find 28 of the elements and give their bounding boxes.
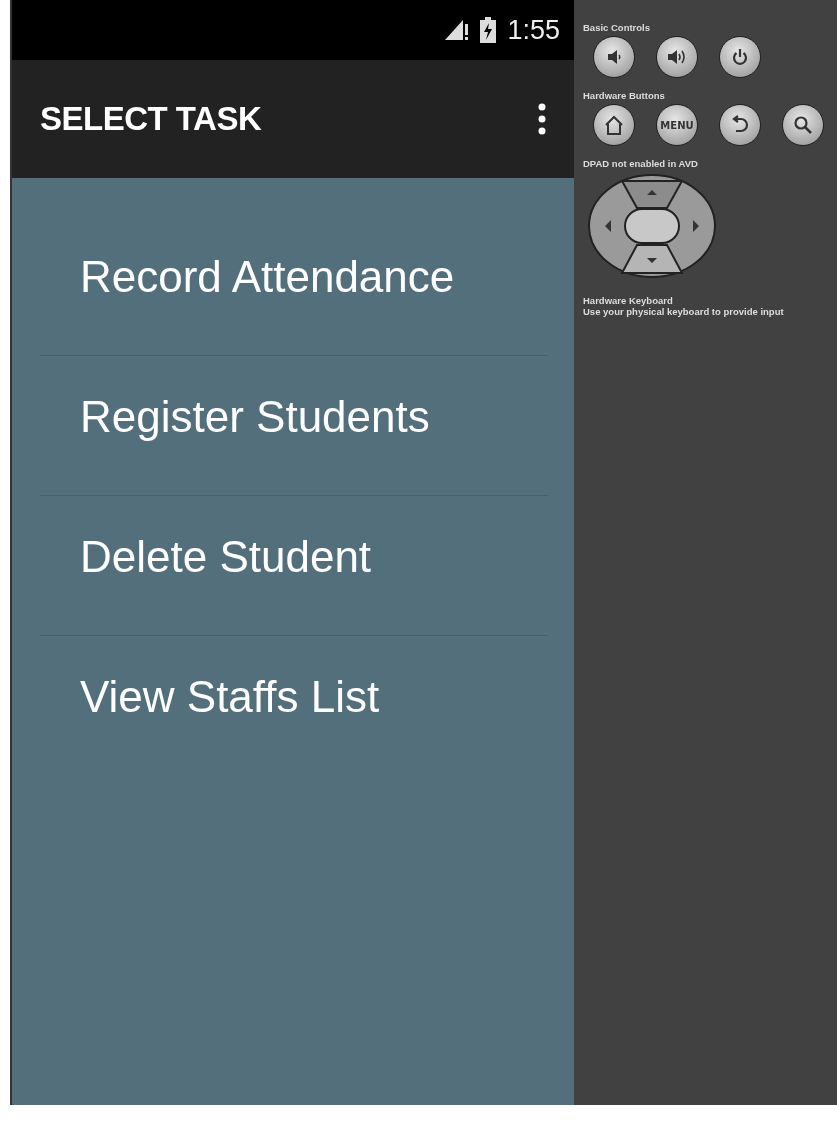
volume-down-button[interactable]	[593, 36, 635, 78]
section-label: Basic Controls	[583, 22, 652, 33]
task-item[interactable]: Delete Student	[40, 496, 548, 636]
volume-up-button[interactable]	[656, 36, 698, 78]
status-time: 1:55	[507, 14, 560, 46]
speaker-icon	[607, 49, 621, 65]
dpad-control[interactable]	[587, 173, 717, 279]
task-item[interactable]: View Staffs List	[40, 636, 548, 776]
overflow-menu-icon[interactable]	[538, 103, 546, 135]
power-icon	[732, 48, 748, 66]
house-icon	[603, 115, 625, 135]
task-item[interactable]: Register Students	[40, 356, 548, 496]
section-label: DPAD not enabled in AVD	[583, 158, 699, 169]
search-button[interactable]	[782, 104, 824, 146]
speaker-icon	[667, 48, 687, 66]
screen-title: SELECT TASK	[40, 100, 262, 138]
task-item[interactable]: Record Attendance	[40, 216, 548, 356]
home-button[interactable]	[593, 104, 635, 146]
hint-text: Use your physical keyboard to provide input	[583, 306, 785, 317]
section-label: Hardware Keyboard	[583, 295, 674, 306]
menu-button[interactable]: MENU	[656, 104, 698, 146]
battery-charging-icon	[479, 17, 498, 43]
section-label: Hardware Buttons	[583, 90, 666, 101]
power-button[interactable]	[719, 36, 761, 78]
back-button[interactable]	[719, 104, 761, 146]
search-icon	[793, 115, 813, 135]
back-arrow-icon	[731, 115, 749, 135]
signal-icon	[443, 18, 470, 42]
